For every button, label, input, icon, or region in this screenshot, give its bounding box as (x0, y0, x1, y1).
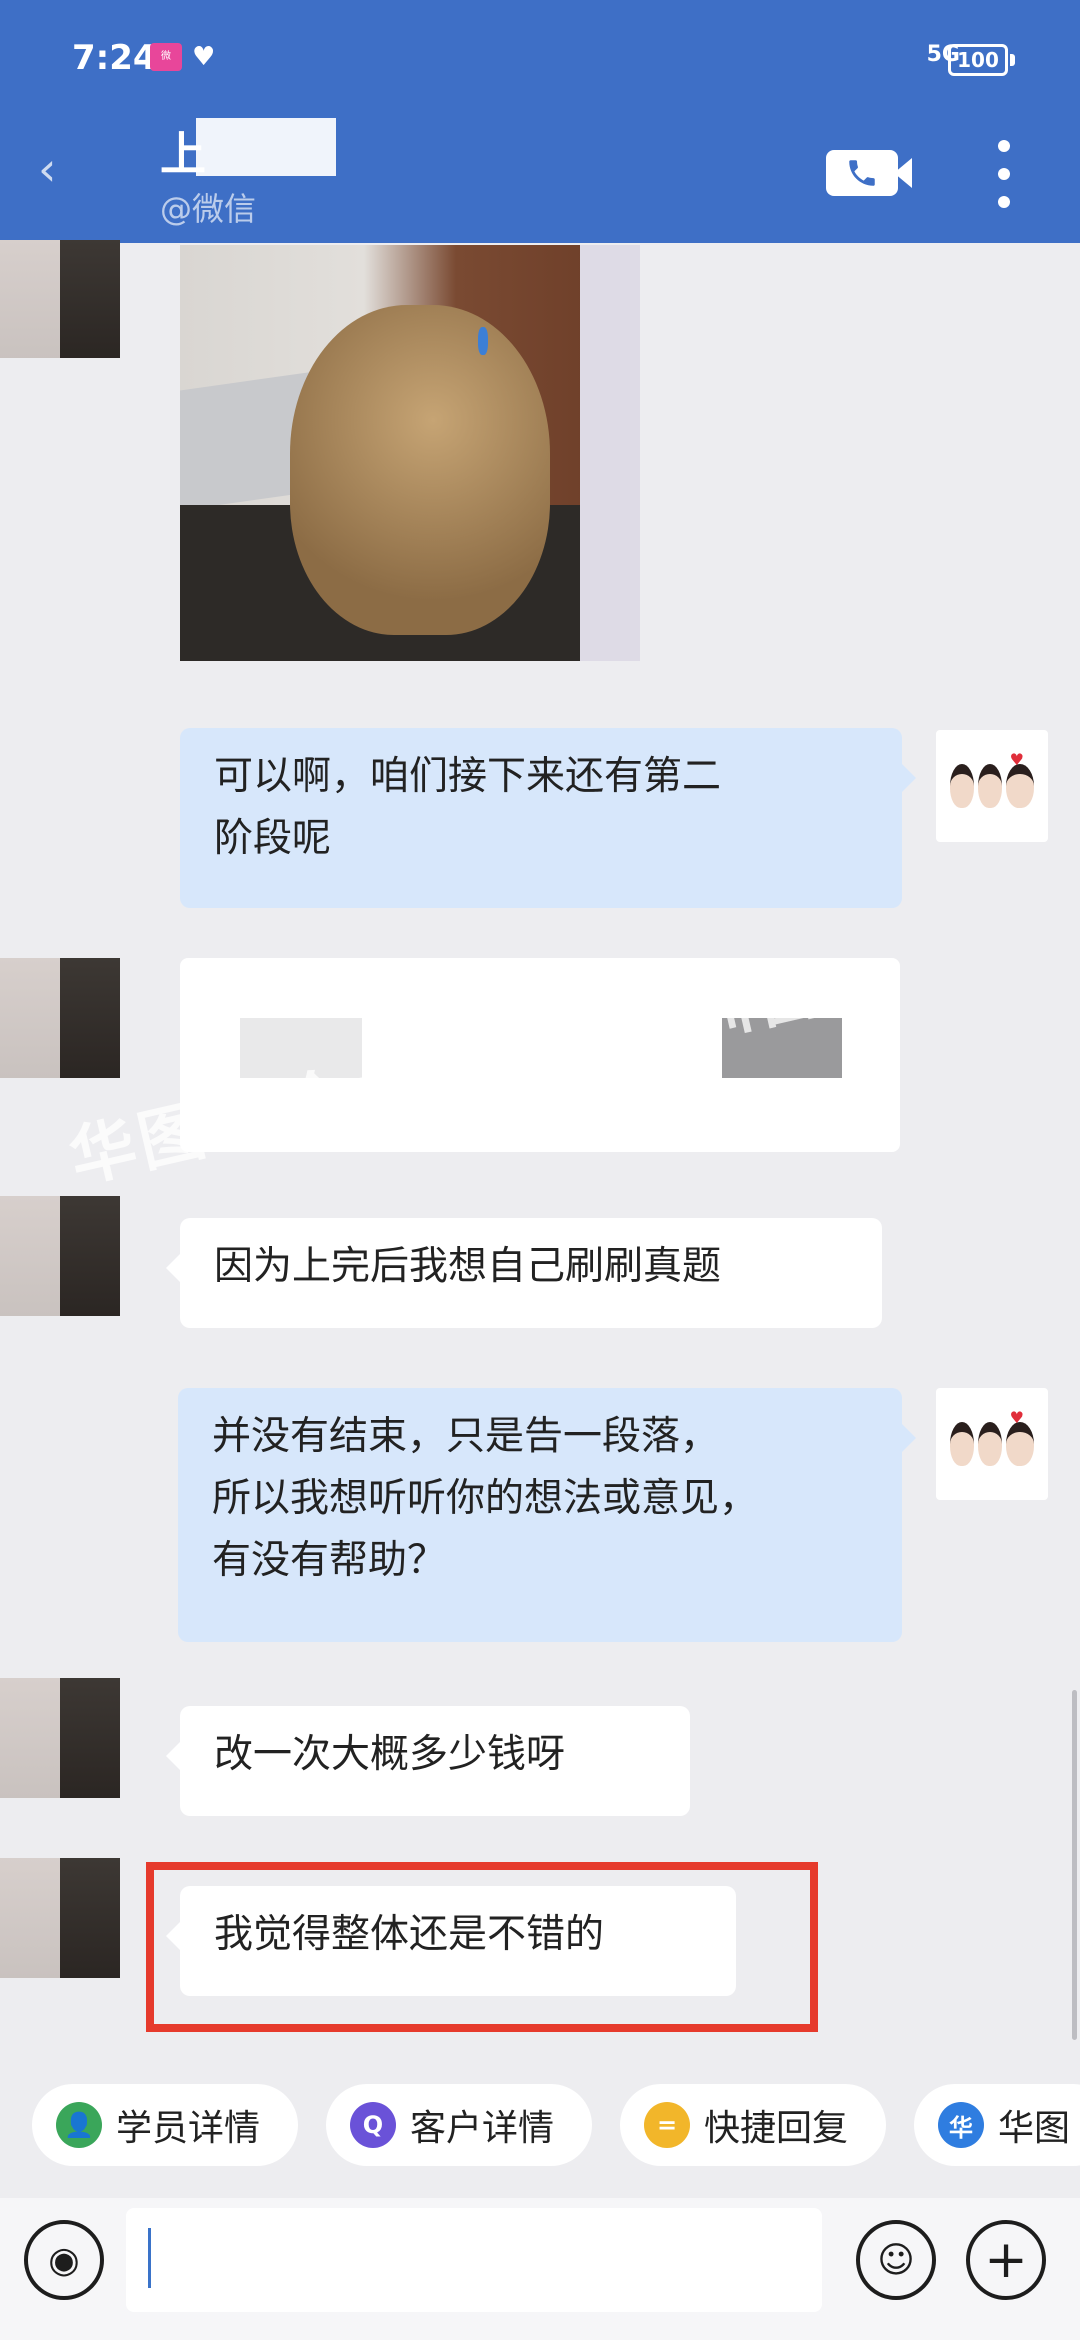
quick-reply-icon: = (644, 2102, 690, 2148)
title-redaction (196, 118, 336, 176)
status-time: 7:24 (72, 38, 157, 78)
plus-icon: + (984, 2230, 1028, 2290)
cat-image (290, 305, 550, 635)
heart-icon: ♥ (1009, 1408, 1024, 1427)
contact-avatar[interactable] (0, 240, 120, 358)
contact-avatar[interactable] (0, 1196, 120, 1316)
huatu-icon: 华 (938, 2102, 984, 2148)
video-lens-icon (894, 158, 912, 188)
person-icon: 👤 (56, 2102, 102, 2148)
highlight-box (146, 1862, 818, 2032)
image-message-cat[interactable] (180, 245, 640, 661)
chat-subtitle: @微信 (160, 190, 257, 228)
huatu-button[interactable]: 华 华图 (914, 2084, 1080, 2166)
quick-action-bar: 👤 学员详情 Q 客户详情 = 快捷回复 华 华图 (0, 2058, 1080, 2198)
contact-avatar[interactable] (0, 1858, 120, 1978)
back-arrow-icon[interactable]: ‹ (38, 142, 56, 196)
message-input-bar: ◉ ☺ + (0, 2198, 1080, 2340)
message-bubble-incoming[interactable]: 改一次大概多少钱呀 (166, 1706, 690, 1816)
my-avatar[interactable]: ♥ (936, 1388, 1048, 1500)
heart-icon: ♥ (192, 42, 216, 72)
status-notification-icons: 微 ♥ (150, 42, 215, 72)
text-caret (148, 2228, 151, 2288)
video-call-button[interactable] (826, 150, 912, 196)
voice-icon: ◉ (48, 2239, 80, 2281)
more-attachments-button[interactable]: + (966, 2220, 1046, 2300)
dot-icon (998, 196, 1010, 208)
message-bubble-incoming[interactable]: 因为上完后我想自己刷刷真题 (166, 1218, 882, 1328)
chat-header: 7:24 微 ♥ 5G 100 ‹ 上 @微信 (0, 0, 1080, 243)
emoji-button[interactable]: ☺ (856, 2220, 936, 2300)
message-input[interactable] (126, 2208, 822, 2312)
chat-title-block[interactable]: 上 @微信 (160, 118, 336, 228)
app-notification-icon: 微 (150, 43, 182, 71)
student-details-button[interactable]: 👤 学员详情 (32, 2084, 298, 2166)
battery-icon: 100 (948, 44, 1015, 76)
quick-reply-button[interactable]: = 快捷回复 (620, 2084, 886, 2166)
dot-icon (998, 140, 1010, 152)
message-bubble-outgoing[interactable]: 可以啊，咱们接下来还有第二 阶段呢 (180, 728, 916, 908)
dot-icon (998, 168, 1010, 180)
contact-avatar[interactable] (0, 1678, 120, 1798)
voice-input-button[interactable]: ◉ (24, 2220, 104, 2300)
message-bubble-outgoing[interactable]: 并没有结束，只是告一段落， 所以我想听听你的想法或意见， 有没有帮助？ (178, 1388, 916, 1642)
scrollbar[interactable] (1072, 1690, 1077, 2040)
contact-avatar[interactable] (0, 958, 120, 1078)
emoji-icon: ☺ (877, 2239, 915, 2281)
customer-icon: Q (350, 2102, 396, 2148)
heart-icon: ♥ (1009, 750, 1024, 769)
my-avatar[interactable]: ♥ (936, 730, 1048, 842)
redacted-message-card[interactable] (180, 958, 900, 1152)
more-options-button[interactable] (990, 140, 1018, 208)
customer-details-button[interactable]: Q 客户详情 (326, 2084, 592, 2166)
phone-icon (849, 160, 875, 186)
